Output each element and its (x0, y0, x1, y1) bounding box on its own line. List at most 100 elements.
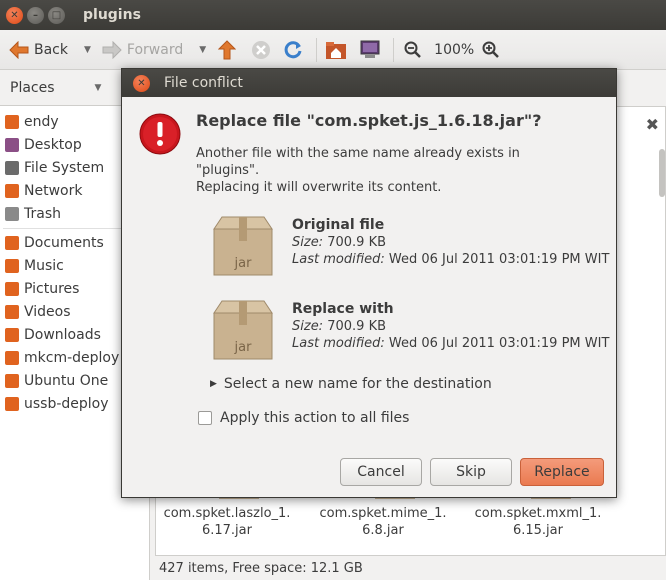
original-file-size: 700.9 KB (327, 235, 387, 250)
replacement-file-title: Replace with (292, 301, 394, 317)
apply-all-row[interactable]: Apply this action to all files (198, 410, 409, 426)
harddisk-icon (5, 160, 19, 175)
replace-button[interactable]: Replace (520, 458, 604, 486)
home-folder-icon (5, 114, 19, 129)
size-label: Size: (292, 235, 324, 250)
file-item[interactable]: com.spket.mxml_1. 6.15.jar (463, 505, 613, 539)
original-file-title: Original file (292, 217, 385, 233)
downloads-folder-icon (5, 327, 19, 342)
forward-history-dropdown[interactable]: ▼ (199, 45, 206, 55)
file-item[interactable]: com.spket.laszlo_1. 6.17.jar (152, 505, 302, 539)
sidebar-item-label: Trash (24, 205, 61, 222)
replacement-file-size-row: Size: 700.9 KB (292, 318, 609, 335)
sidebar-item-label: Pictures (24, 280, 80, 297)
places-selector[interactable]: Places ▼ (0, 70, 122, 106)
replacement-file-size: 700.9 KB (327, 319, 387, 334)
expander-label: Select a new name for the destination (223, 376, 492, 392)
folder-icon (5, 350, 19, 365)
skip-button[interactable]: Skip (430, 458, 512, 486)
close-icon[interactable]: ✖ (646, 115, 659, 134)
computer-icon[interactable] (359, 39, 381, 61)
zoom-in-icon[interactable] (480, 39, 502, 61)
trash-icon (5, 206, 19, 221)
file-name-line2: 6.8.jar (362, 523, 404, 538)
status-bar: 427 items, Free space: 12.1 GB (155, 556, 666, 580)
window-title: plugins (83, 7, 141, 23)
toolbar-separator (316, 37, 318, 62)
back-history-dropdown[interactable]: ▼ (84, 45, 91, 55)
zoom-out-icon[interactable] (402, 39, 424, 61)
original-file-modified: Wed 06 Jul 2011 03:01:19 PM WIT (388, 252, 610, 267)
vertical-scrollbar[interactable] (659, 149, 665, 197)
sidebar-item-label: mkcm-deploy (24, 349, 120, 366)
replacement-file-modified-row: Last modified: Wed 06 Jul 2011 03:01:19 … (292, 335, 609, 352)
status-text: 427 items, Free space: 12.1 GB (159, 560, 363, 576)
sidebar-item-label: Network (24, 182, 83, 199)
original-file-size-row: Size: 700.9 KB (292, 234, 609, 251)
modified-label: Last modified: (292, 252, 385, 267)
cancel-button[interactable]: Cancel (340, 458, 422, 486)
file-conflict-dialog: ✕ File conflict Replace file "com.spket.… (121, 68, 617, 498)
sidebar-item-label: ussb-deploy (24, 395, 109, 412)
window-titlebar: ✕ – □ plugins (0, 0, 666, 30)
forward-label: Forward (126, 41, 184, 58)
zoom-level: 100% (434, 41, 475, 58)
sidebar-item-label: Desktop (24, 136, 82, 153)
dialog-message: Another file with the same name already … (196, 145, 596, 196)
desktop-icon (5, 137, 19, 152)
folder-icon (5, 373, 19, 388)
jar-icon-label: jar (234, 340, 253, 355)
warning-icon (139, 113, 181, 155)
back-arrow-icon (8, 39, 30, 61)
file-name-line1: com.spket.laszlo_1. (163, 506, 291, 521)
apply-all-label: Apply this action to all files (220, 410, 410, 426)
sidebar-item-label: Downloads (24, 326, 101, 343)
jar-file-icon: jar (213, 216, 273, 276)
videos-folder-icon (5, 304, 19, 319)
modified-label: Last modified: (292, 336, 385, 351)
up-arrow-icon[interactable] (216, 39, 238, 61)
sidebar-item-label: Music (24, 257, 64, 274)
message-line: "plugins". (196, 163, 260, 178)
dialog-heading: Replace file "com.spket.js_1.6.18.jar"? (196, 111, 542, 130)
chevron-down-icon: ▼ (94, 82, 102, 93)
home-folder-icon[interactable] (325, 39, 347, 61)
message-line: Replacing it will overwrite its content. (196, 180, 442, 195)
original-file-modified-row: Last modified: Wed 06 Jul 2011 03:01:19 … (292, 251, 609, 268)
forward-button[interactable]: Forward (101, 39, 183, 61)
dialog-close-button[interactable]: ✕ (133, 74, 150, 92)
toolbar: Back ▼ Forward ▼ 100% (0, 30, 666, 70)
sidebar-item-label: Documents (24, 234, 104, 251)
window-minimize-button[interactable]: – (27, 6, 44, 24)
file-name-line2: 6.15.jar (512, 523, 563, 538)
folder-icon (5, 396, 19, 411)
apply-all-checkbox[interactable] (198, 411, 212, 425)
music-folder-icon (5, 258, 19, 273)
replacement-file-modified: Wed 06 Jul 2011 03:01:19 PM WIT (388, 336, 610, 351)
new-name-expander[interactable]: ▶ Select a new name for the destination (210, 376, 492, 392)
window-close-button[interactable]: ✕ (6, 6, 23, 24)
stop-icon[interactable] (250, 39, 272, 61)
jar-file-icon: jar (213, 300, 273, 360)
original-file-info: Original file Size: 700.9 KB Last modifi… (292, 217, 609, 268)
file-name-line1: com.spket.mxml_1. (474, 506, 602, 521)
replacement-file-info: Replace with Size: 700.9 KB Last modifie… (292, 301, 609, 352)
sidebar-item-label: Videos (24, 303, 71, 320)
window-maximize-button[interactable]: □ (48, 6, 65, 24)
pictures-folder-icon (5, 281, 19, 296)
back-button[interactable]: Back (8, 39, 68, 61)
network-icon (5, 183, 19, 198)
file-name-line1: com.spket.mime_1. (319, 506, 447, 521)
message-line: Another file with the same name already … (196, 146, 520, 161)
jar-icon-label: jar (234, 256, 253, 271)
sidebar-item-label: endy (24, 113, 59, 130)
toolbar-separator (393, 37, 395, 62)
folder-icon (5, 235, 19, 250)
size-label: Size: (292, 319, 324, 334)
places-header-label: Places (10, 79, 55, 96)
dialog-title: File conflict (164, 75, 243, 91)
reload-icon[interactable] (282, 39, 304, 61)
file-item[interactable]: com.spket.mime_1. 6.8.jar (308, 505, 458, 539)
expander-arrow-icon: ▶ (210, 379, 217, 389)
file-name-line2: 6.17.jar (201, 523, 252, 538)
